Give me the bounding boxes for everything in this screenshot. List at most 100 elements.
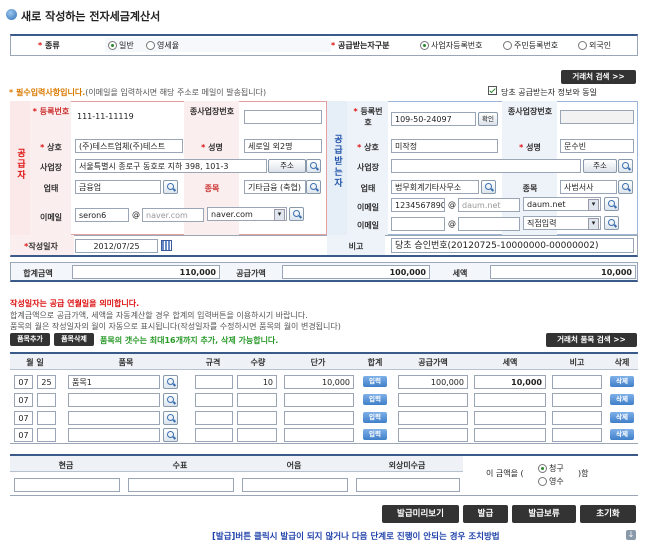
supplier-addr-input[interactable]: 서울특별시 종로구 동호로 지하 398, 101-3 [75, 159, 267, 173]
row-month[interactable]: 07 [14, 393, 33, 407]
receiver-type-search-icon[interactable] [481, 180, 496, 194]
row-qty[interactable] [237, 393, 277, 407]
row-input-button[interactable]: 입력 [363, 412, 387, 423]
total-supply-value[interactable]: 100,000 [282, 265, 430, 279]
supplier-item-search-icon[interactable] [306, 180, 321, 194]
pay-claim-radio[interactable]: 청구 [538, 463, 564, 474]
supplier-email-id[interactable]: seron6 [75, 208, 129, 222]
receiver-email-select[interactable]: daum.net [523, 197, 601, 211]
customer-search-button[interactable]: 거래처 검색 >> [561, 70, 636, 84]
recv-resident-radio[interactable]: 주민등록번호 [503, 40, 558, 51]
receiver-email-domain[interactable]: daum.net [458, 198, 520, 212]
row-day[interactable] [37, 411, 56, 425]
receiver-email2-search-icon[interactable] [604, 216, 619, 230]
row-delete-button[interactable]: 삭제 [610, 412, 634, 423]
row-spec[interactable] [195, 411, 233, 425]
row-delete-button[interactable]: 삭제 [610, 376, 634, 387]
row-item[interactable] [68, 428, 160, 442]
supplier-addr-button[interactable]: 주소 [268, 159, 306, 173]
row-spec[interactable] [195, 393, 233, 407]
issue-button[interactable]: 발급 [463, 505, 508, 523]
row-remark[interactable] [552, 375, 602, 389]
pay-cash-input[interactable] [14, 478, 120, 492]
row-item-search-icon[interactable] [163, 393, 178, 407]
row-input-button[interactable]: 입력 [363, 394, 387, 405]
row-qty[interactable]: 10 [237, 375, 277, 389]
row-tax[interactable]: 10,000 [474, 375, 546, 389]
row-tax[interactable] [474, 393, 546, 407]
row-month[interactable]: 07 [14, 375, 33, 389]
row-delete-button[interactable]: 삭제 [610, 429, 634, 440]
row-supply[interactable]: 100,000 [398, 375, 468, 389]
kind-zero-radio[interactable]: 영세율 [146, 40, 179, 51]
kind-general-radio[interactable]: 일반 [108, 40, 134, 51]
row-supply[interactable] [398, 393, 468, 407]
row-price[interactable] [284, 393, 354, 407]
row-month[interactable]: 07 [14, 411, 33, 425]
supplier-ceo-input[interactable]: 세로일 외2명 [244, 139, 322, 153]
total-tax-value[interactable]: 10,000 [490, 265, 636, 279]
supplier-item-input[interactable]: 기타금융 (축협) [244, 180, 306, 194]
supplier-email-select[interactable]: naver.com [207, 207, 287, 221]
row-input-button[interactable]: 입력 [363, 429, 387, 440]
row-day[interactable]: 25 [37, 375, 56, 389]
receiver-email-id[interactable]: 1234567890 [391, 198, 445, 212]
row-tax[interactable] [474, 428, 546, 442]
receiver-addr-input[interactable] [391, 159, 581, 173]
supplier-name-input[interactable]: (주)테스트업체(주)테스트 [75, 139, 183, 153]
remark-input[interactable]: 당초 승인번호(20120725-10000000-00000002) [391, 238, 634, 253]
row-supply[interactable] [398, 428, 468, 442]
supplier-type-input[interactable]: 금융업 [75, 180, 161, 194]
receiver-email2-select[interactable]: 직접입력 [523, 216, 601, 230]
row-spec[interactable] [195, 375, 233, 389]
row-item-search-icon[interactable] [163, 411, 178, 425]
row-price[interactable]: 10,000 [284, 375, 354, 389]
row-delete-button[interactable]: 삭제 [610, 394, 634, 405]
receiver-sub-input[interactable] [560, 110, 634, 124]
same-info-checkbox[interactable] [488, 86, 497, 95]
receiver-confirm-button[interactable]: 확인 [478, 112, 498, 126]
pay-note-input[interactable] [242, 478, 348, 492]
preview-button[interactable]: 발급미리보기 [382, 505, 459, 523]
receiver-addr-search-icon[interactable] [618, 159, 633, 173]
row-item-search-icon[interactable] [163, 428, 178, 442]
row-item-search-icon[interactable] [163, 375, 178, 389]
receiver-name-input[interactable]: 미작정 [391, 139, 498, 153]
receiver-ceo-input[interactable]: 문수빈 [560, 139, 634, 153]
hold-button[interactable]: 발급보류 [512, 505, 576, 523]
receiver-item-search-icon[interactable] [618, 180, 633, 194]
calendar-icon[interactable] [161, 240, 172, 251]
pay-credit-input[interactable] [356, 478, 460, 492]
supplier-type-search-icon[interactable] [163, 180, 178, 194]
row-month[interactable]: 07 [14, 428, 33, 442]
receiver-email2-id[interactable] [391, 217, 445, 231]
pay-check-input[interactable] [128, 478, 234, 492]
row-supply[interactable] [398, 411, 468, 425]
supplier-addr-search-icon[interactable] [306, 159, 321, 173]
total-sum-value[interactable]: 110,000 [72, 265, 220, 279]
row-item[interactable] [68, 393, 160, 407]
row-item[interactable]: 품목1 [68, 375, 160, 389]
supplier-email-domain[interactable]: naver.com [142, 208, 204, 222]
recv-foreign-radio[interactable]: 외국인 [578, 40, 611, 51]
pay-receipt-radio[interactable]: 영수 [538, 476, 564, 487]
row-item[interactable] [68, 411, 160, 425]
row-input-button[interactable]: 입력 [363, 376, 387, 387]
row-qty[interactable] [237, 411, 277, 425]
row-remark[interactable] [552, 393, 602, 407]
row-tax[interactable] [474, 411, 546, 425]
reset-button[interactable]: 초기화 [580, 505, 636, 523]
receiver-addr-button[interactable]: 주소 [583, 159, 617, 173]
supplier-email-search-icon[interactable] [289, 207, 304, 221]
download-icon[interactable]: ↓ [626, 530, 636, 540]
row-spec[interactable] [195, 428, 233, 442]
row-day[interactable] [37, 428, 56, 442]
date-input[interactable]: 2012/07/25 [75, 239, 158, 253]
recv-biz-radio[interactable]: 사업자등록번호 [420, 40, 483, 51]
row-day[interactable] [37, 393, 56, 407]
receiver-regno-input[interactable]: 109-50-24097 [391, 112, 476, 126]
row-price[interactable] [284, 428, 354, 442]
item-search-button[interactable]: 거래처 품목 검색 >> [546, 333, 637, 347]
receiver-type-input[interactable]: 법무회계기타사무소 [391, 180, 479, 194]
receiver-email2-domain[interactable] [458, 217, 520, 231]
